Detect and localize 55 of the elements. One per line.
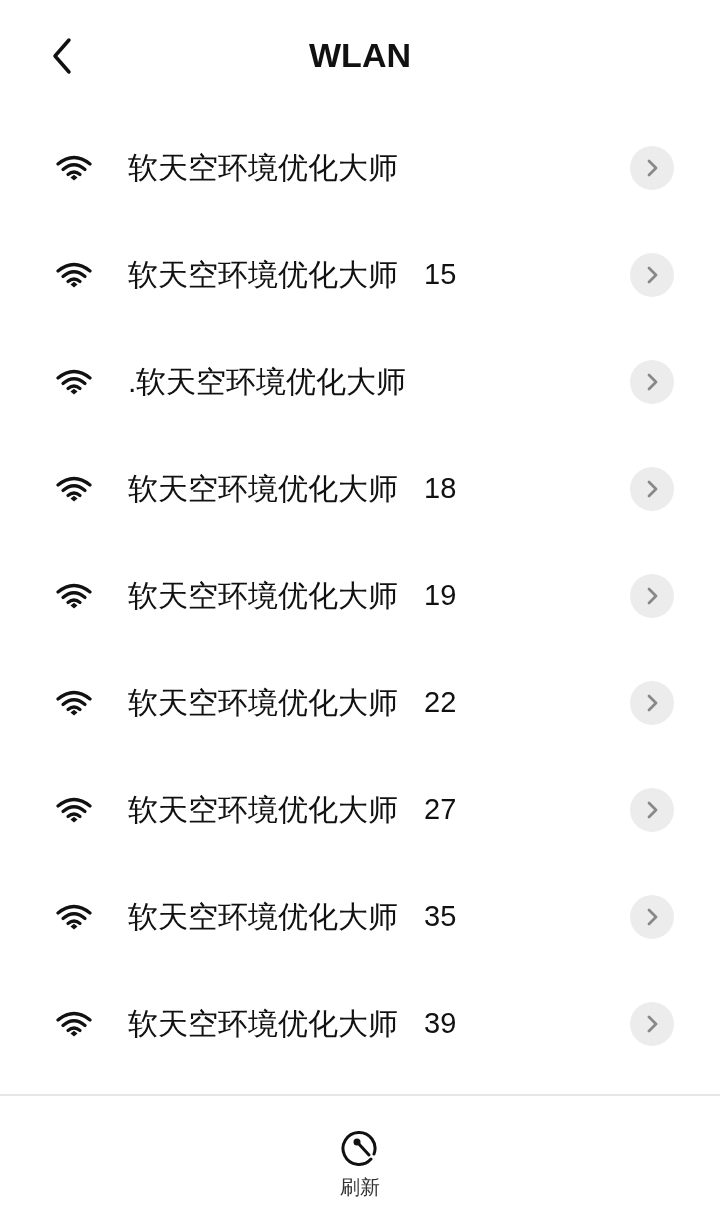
network-name: 软天空环境优化大师	[128, 685, 398, 721]
network-number: 39	[424, 1005, 457, 1041]
chevron-right-icon	[645, 692, 659, 713]
details-button[interactable]	[630, 466, 674, 511]
network-name: 软天空环境优化大师	[128, 150, 398, 186]
network-name: 软天空环境优化大师	[128, 792, 398, 828]
network-item[interactable]: 软天空环境优化大师 22	[0, 649, 720, 756]
details-button[interactable]	[630, 787, 674, 832]
wifi-icon	[56, 368, 92, 395]
wifi-icon	[56, 689, 92, 716]
chevron-right-icon	[645, 157, 659, 178]
network-name: 软天空环境优化大师	[128, 578, 398, 614]
refresh-button[interactable]: 刷新	[340, 1126, 380, 1232]
details-button[interactable]	[630, 894, 674, 939]
wifi-icon	[56, 796, 92, 823]
wifi-icon	[56, 475, 92, 502]
chevron-right-icon	[645, 371, 659, 392]
network-name: 软天空环境优化大师	[128, 1006, 398, 1042]
network-item[interactable]: 软天空环境优化大师 18	[0, 435, 720, 542]
network-number: 27	[424, 791, 457, 827]
wifi-icon	[56, 582, 92, 609]
network-item[interactable]: .软天空环境优化大师	[0, 328, 720, 435]
chevron-right-icon	[645, 264, 659, 285]
network-item[interactable]: 软天空环境优化大师 35	[0, 863, 720, 970]
network-number: 19	[424, 577, 457, 613]
network-number: 22	[424, 684, 457, 720]
back-icon	[51, 37, 73, 75]
details-button[interactable]	[630, 1001, 674, 1046]
network-number: 18	[424, 470, 457, 506]
chevron-right-icon	[645, 478, 659, 499]
network-number: 35	[424, 898, 457, 934]
wifi-icon	[56, 261, 92, 288]
chevron-right-icon	[645, 906, 659, 927]
network-number: 15	[424, 256, 457, 292]
details-button[interactable]	[630, 252, 674, 297]
network-item[interactable]: 软天空环境优化大师 15	[0, 221, 720, 328]
details-button[interactable]	[630, 145, 674, 190]
network-item[interactable]: 软天空环境优化大师 27	[0, 756, 720, 863]
wifi-icon	[56, 903, 92, 930]
network-name: 软天空环境优化大师	[128, 257, 398, 293]
network-name: .软天空环境优化大师	[128, 364, 407, 400]
network-name: 软天空环境优化大师	[128, 899, 398, 935]
network-item[interactable]: 软天空环境优化大师 19	[0, 542, 720, 649]
chevron-right-icon	[645, 1013, 659, 1034]
page-title: WLAN	[309, 35, 411, 76]
network-item[interactable]: 软天空环境优化大师	[0, 114, 720, 221]
chevron-right-icon	[645, 585, 659, 606]
network-item[interactable]: 软天空环境优化大师 39	[0, 970, 720, 1077]
wifi-icon	[56, 1010, 92, 1037]
wifi-icon	[56, 154, 92, 181]
chevron-right-icon	[645, 799, 659, 820]
details-button[interactable]	[630, 573, 674, 618]
details-button[interactable]	[630, 680, 674, 725]
network-name: 软天空环境优化大师	[128, 471, 398, 507]
details-button[interactable]	[630, 359, 674, 404]
